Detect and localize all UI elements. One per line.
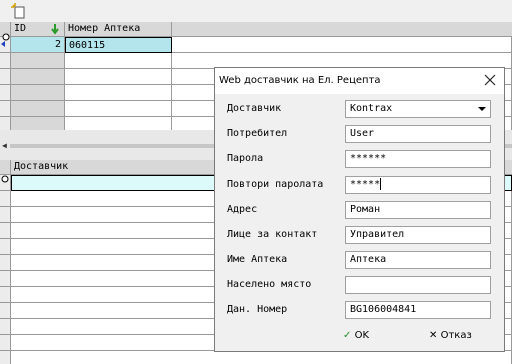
table-cell xyxy=(65,117,172,130)
table-row-filler xyxy=(172,37,512,53)
row-indicator xyxy=(0,101,11,117)
user-label: Потребител xyxy=(227,128,288,139)
cell-id[interactable]: 2 xyxy=(11,37,65,53)
ok-button-label: OK xyxy=(354,330,370,341)
password-field[interactable]: ****** xyxy=(345,150,491,168)
new-record-icon[interactable] xyxy=(10,3,28,19)
dialog-title: Web доставчик на Ел. Рецепта xyxy=(219,75,381,86)
row-indicator xyxy=(0,69,11,85)
supplier-label: Доставчик xyxy=(227,103,282,114)
repeat-password-field[interactable]: ***** xyxy=(345,176,491,194)
current-row-indicator-icon xyxy=(0,175,11,191)
header-filler xyxy=(172,22,512,37)
cancel-button[interactable]: ✕ Отказ xyxy=(429,326,489,346)
table-cell xyxy=(11,53,65,69)
current-row-indicator-icon xyxy=(0,33,11,53)
row-indicator xyxy=(0,207,11,223)
row-indicator xyxy=(0,191,11,207)
address-label: Адрес xyxy=(227,204,258,215)
settlement-field[interactable] xyxy=(345,276,491,294)
pharmacy-name-field[interactable]: Аптека xyxy=(345,251,491,269)
settlement-label: Населено място xyxy=(227,279,312,290)
repeat-password-value: ***** xyxy=(350,179,381,190)
table-cell xyxy=(11,101,65,117)
cell-number[interactable]: 060115 xyxy=(65,37,172,53)
toolbar xyxy=(0,0,512,22)
table-cell xyxy=(65,69,172,85)
supplier-select[interactable]: Kontrax xyxy=(345,100,491,118)
row-indicator xyxy=(0,319,11,335)
user-field[interactable]: User xyxy=(345,125,491,143)
ok-button[interactable]: ✓ OK xyxy=(343,326,383,346)
web-supplier-dialog: Web доставчик на Ел. Рецепта Доставчик K… xyxy=(214,67,505,352)
table-cell xyxy=(65,53,172,69)
column-header-id-label: ID xyxy=(14,23,27,34)
row-indicator xyxy=(0,303,11,319)
tax-number-label: Дан. Номер xyxy=(227,304,288,315)
cancel-x-icon: ✕ xyxy=(429,330,438,341)
row-indicator xyxy=(0,351,11,364)
supplier-select-value: Kontrax xyxy=(350,103,393,114)
column-header-id[interactable]: ID xyxy=(11,22,65,37)
row-indicator xyxy=(0,85,11,101)
row-indicator xyxy=(0,53,11,69)
row-indicator xyxy=(0,287,11,303)
row-indicator xyxy=(0,239,11,255)
row-indicator xyxy=(0,271,11,287)
dialog-title-bar[interactable]: Web доставчик на Ел. Рецепта xyxy=(215,68,504,94)
table-cell xyxy=(11,117,65,130)
cancel-button-label: Отказ xyxy=(440,330,472,341)
repeat-password-label: Повтори паролата xyxy=(227,179,324,190)
column-header-supplier-label: Доставчик xyxy=(14,161,69,172)
table-cell xyxy=(65,101,172,117)
pharmacy-name-label: Име Аптека xyxy=(227,254,288,265)
chevron-down-icon[interactable] xyxy=(475,102,489,116)
check-icon: ✓ xyxy=(343,330,352,341)
column-header-number-label: Номер Аптека xyxy=(68,23,141,34)
table-cell xyxy=(11,351,512,364)
text-caret xyxy=(380,178,382,190)
address-field[interactable]: Роман xyxy=(345,201,491,219)
password-label: Парола xyxy=(227,153,264,164)
row-indicator xyxy=(0,117,11,130)
table-cell xyxy=(11,85,65,101)
tax-number-field[interactable]: BG106004841 xyxy=(345,301,491,319)
row-indicator-header xyxy=(0,160,11,175)
close-icon[interactable] xyxy=(482,72,498,88)
collapse-left-icon[interactable]: ◀ xyxy=(2,141,7,150)
contact-person-label: Лице за контакт xyxy=(227,229,318,240)
row-indicator xyxy=(0,335,11,351)
row-indicator xyxy=(0,255,11,271)
table-cell xyxy=(11,69,65,85)
table-cell xyxy=(65,85,172,101)
column-header-number[interactable]: Номер Аптека xyxy=(65,22,172,37)
contact-person-field[interactable]: Управител xyxy=(345,226,491,244)
row-indicator xyxy=(0,223,11,239)
